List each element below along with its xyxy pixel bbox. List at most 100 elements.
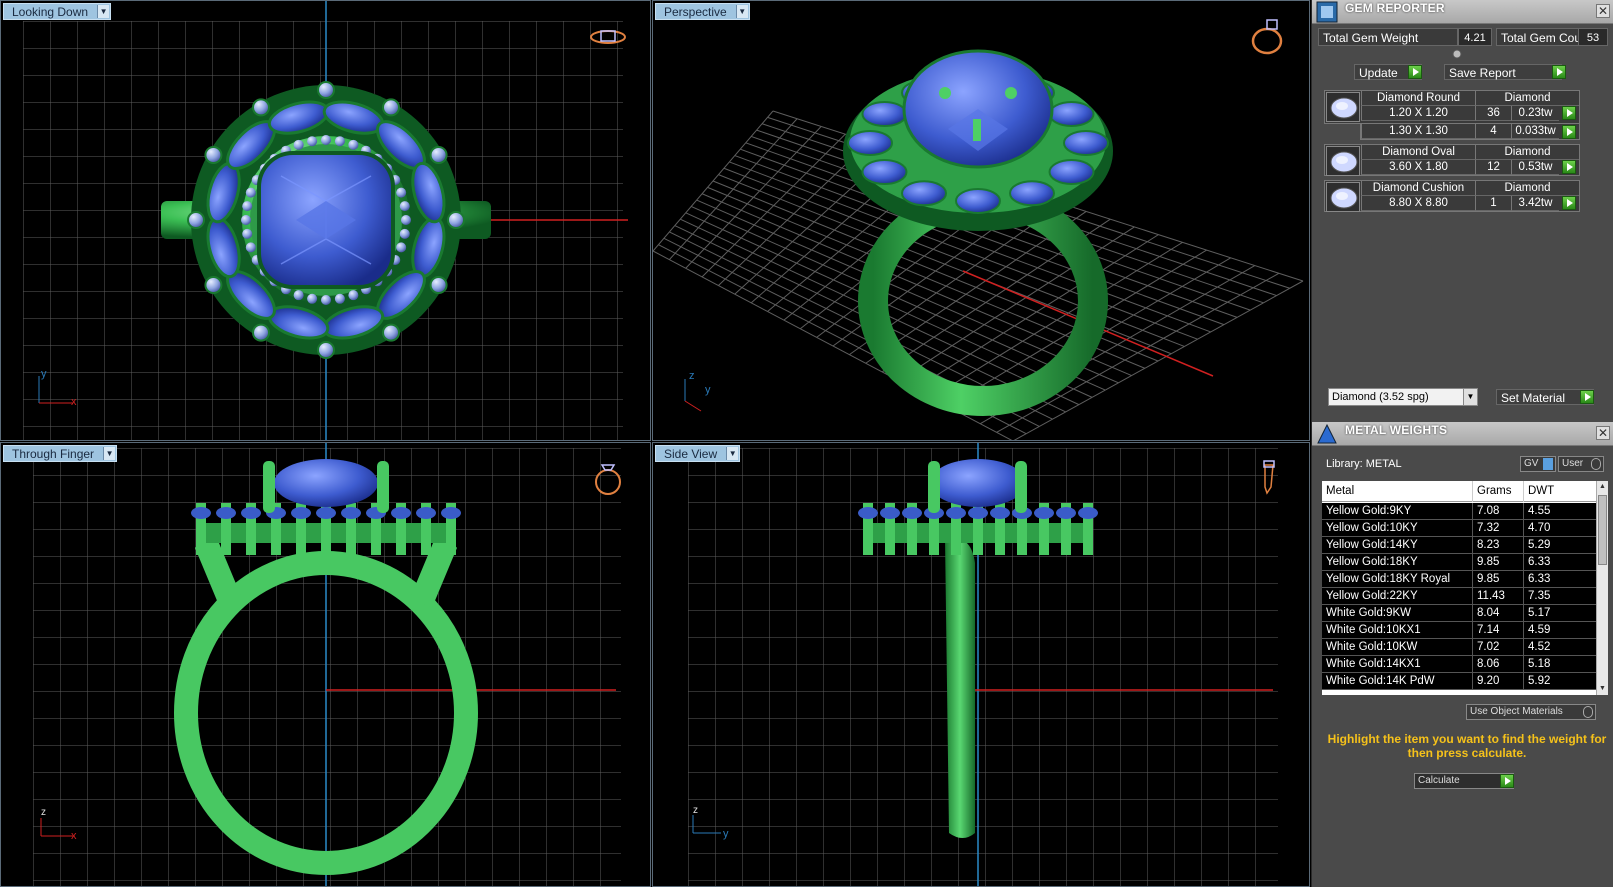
table-row[interactable]: White Gold:14K PdW 9.20 5.92 (1322, 673, 1596, 690)
gem-row-go-icon[interactable] (1562, 125, 1576, 139)
column-header-grams: Grams (1472, 481, 1523, 502)
table-row[interactable]: Yellow Gold:22KY 11.43 7.35 (1322, 588, 1596, 605)
table-row[interactable]: White Gold:10KX1 7.14 4.59 (1322, 622, 1596, 639)
gem-row[interactable]: 1.30 X 1.30 4 0.033tw (1360, 124, 1580, 140)
gem-group-diamond-round[interactable]: Diamond Round Diamond 1.20 X 1.20 36 0.2… (1324, 90, 1580, 124)
view-orientation-icon[interactable] (1247, 457, 1287, 497)
gem-reporter-header: GEM REPORTER ✕ (1312, 0, 1613, 24)
viewport-looking-down[interactable]: y x Looking Down ▼ (0, 0, 651, 441)
view-orientation-icon[interactable] (588, 15, 628, 55)
viewport-title-through-finger[interactable]: Through Finger ▼ (3, 445, 118, 462)
view-orientation-icon[interactable] (1247, 15, 1287, 55)
grams-cell: 8.23 (1472, 537, 1523, 554)
axis-label-v: y (41, 368, 47, 380)
perspective-scene: z y (653, 49, 1304, 440)
metal-name-cell: Yellow Gold:18KY Royal (1326, 573, 1451, 585)
view-orientation-icon[interactable] (588, 457, 628, 497)
gem-group-diamond-cushion[interactable]: Diamond Cushion Diamond 8.80 X 8.80 1 3.… (1324, 180, 1580, 212)
gem-weight: 0.033tw (1511, 124, 1559, 139)
scrollbar-thumb[interactable] (1598, 495, 1607, 565)
gv-toggle[interactable]: GV (1520, 456, 1556, 472)
gem-row-go-icon[interactable] (1562, 160, 1576, 174)
table-row[interactable]: White Gold:14KX1 8.06 5.18 (1322, 656, 1596, 673)
calculate-go-icon[interactable] (1500, 774, 1514, 788)
viewport-title-side-view[interactable]: Side View ▼ (655, 445, 741, 462)
table-row[interactable]: Yellow Gold:18KY 9.85 6.33 (1322, 554, 1596, 571)
metal-name-cell: Yellow Gold:18KY (1326, 556, 1418, 568)
material-select-value: Diamond (3.52 spg) (1332, 391, 1429, 403)
table-row[interactable]: Yellow Gold:9KY 7.08 4.55 (1322, 503, 1596, 520)
round-diamond (307, 293, 318, 304)
table-row[interactable]: Yellow Gold:10KY 7.32 4.70 (1322, 520, 1596, 537)
update-go-icon[interactable] (1408, 65, 1422, 79)
viewport-perspective[interactable]: z y Perspective ▼ (652, 0, 1310, 441)
oval-gem (880, 507, 900, 519)
viewport-title-looking-down[interactable]: Looking Down ▼ (3, 3, 112, 20)
round-diamond (382, 98, 400, 117)
scroll-up-icon[interactable]: ▲ (1597, 481, 1608, 493)
metal-name-cell: White Gold:10KX1 (1326, 624, 1421, 636)
chevron-down-icon[interactable]: ▼ (726, 447, 739, 460)
oval-gem (1063, 130, 1109, 156)
chevron-down-icon[interactable]: ▼ (735, 5, 748, 18)
table-row[interactable]: White Gold:9KW 8.04 5.17 (1322, 605, 1596, 622)
viewport-title-perspective[interactable]: Perspective ▼ (655, 3, 750, 20)
total-gem-count-value: 53 (1578, 28, 1608, 46)
round-diamond (204, 146, 223, 164)
material-select[interactable]: Diamond (3.52 spg) ▼ (1328, 388, 1478, 406)
close-icon[interactable]: ✕ (1596, 426, 1610, 440)
chevron-down-icon[interactable]: ▼ (103, 447, 116, 460)
round-diamond (242, 228, 253, 239)
gem-group-diamond-oval[interactable]: Diamond Oval Diamond 3.60 X 1.80 12 0.53… (1324, 144, 1580, 176)
oval-gem (861, 159, 908, 185)
calculate-button[interactable]: Calculate (1414, 773, 1514, 789)
chevron-down-icon[interactable]: ▼ (97, 5, 110, 18)
round-diamond (348, 290, 359, 301)
round-diamond (429, 276, 448, 294)
round-diamond (401, 215, 411, 225)
chevron-down-icon[interactable]: ▼ (1463, 389, 1477, 405)
gem-row-go-icon[interactable] (1562, 106, 1576, 120)
round-diamond (293, 139, 304, 150)
round-diamond (245, 242, 256, 253)
user-toggle[interactable]: User (1558, 456, 1604, 472)
scroll-down-icon[interactable]: ▼ (1597, 683, 1608, 695)
gem-name: Diamond Round (1361, 91, 1475, 106)
viewport-through-finger[interactable]: z x Through Finger ▼ (0, 442, 651, 887)
save-report-button[interactable]: Save Report (1444, 64, 1562, 80)
oval-gem (441, 507, 461, 519)
toggle-off-icon (1583, 706, 1593, 718)
round-diamond (307, 136, 318, 147)
round-diamond (241, 215, 251, 225)
gem-weight: 0.23tw (1511, 106, 1559, 121)
dwt-cell: 6.33 (1523, 571, 1596, 588)
viewport-side-view[interactable]: z y Side View ▼ (652, 442, 1310, 887)
round-diamond (187, 211, 205, 229)
splitter-handle-icon[interactable] (1447, 47, 1467, 61)
total-gem-weight-value: 4.21 (1458, 28, 1492, 46)
grid-line (996, 272, 1280, 433)
gem-row-go-icon[interactable] (1562, 196, 1576, 210)
close-icon[interactable]: ✕ (1596, 4, 1610, 18)
save-report-go-icon[interactable] (1552, 65, 1566, 79)
grid-line (914, 234, 1159, 390)
set-material-go-icon[interactable] (1580, 390, 1594, 404)
metal-table-scrollbar[interactable]: ▲ ▼ (1596, 481, 1608, 695)
table-row[interactable]: Yellow Gold:14KY 8.23 5.29 (1322, 537, 1596, 554)
round-diamond (293, 290, 304, 301)
table-row[interactable]: White Gold:10KW 7.02 4.52 (1322, 639, 1596, 656)
viewport-title-text: Perspective (664, 5, 727, 19)
oval-gem (341, 507, 361, 519)
grams-cell: 9.85 (1472, 571, 1523, 588)
finger-view-scene: z x (33, 443, 621, 886)
gem-material: Diamond (1475, 145, 1579, 160)
oval-gem (861, 101, 908, 127)
table-row[interactable]: Yellow Gold:18KY Royal 9.85 6.33 (1322, 571, 1596, 588)
dwt-cell: 4.59 (1523, 622, 1596, 639)
gem-reporter-title: GEM REPORTER (1345, 1, 1445, 15)
use-object-materials-toggle[interactable]: Use Object Materials (1466, 704, 1596, 720)
round-diamond (396, 187, 407, 198)
library-label: Library: METAL (1326, 458, 1402, 470)
dwt-cell: 4.55 (1523, 503, 1596, 520)
side-panel: GEM REPORTER ✕ Total Gem Weight 4.21 Tot… (1311, 0, 1613, 887)
